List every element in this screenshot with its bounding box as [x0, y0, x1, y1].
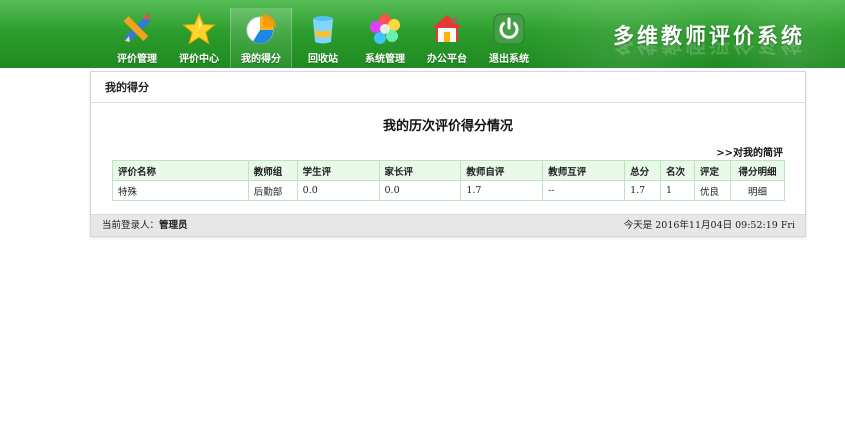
- cell-parent-score: 0.0: [378, 180, 462, 201]
- panel-heading: 我的得分: [91, 72, 805, 103]
- nav-label: 退出系统: [489, 54, 529, 65]
- nav-item-eval-center[interactable]: 评价中心: [168, 8, 230, 68]
- cell-student-score: 0.0: [296, 180, 380, 201]
- cell-rank: 1: [660, 180, 696, 201]
- column-header: 学生评: [296, 160, 380, 181]
- pencil-ruler-icon: [123, 13, 151, 43]
- column-header: 教师自评: [460, 160, 544, 181]
- trash-bin-icon: [313, 16, 333, 44]
- score-table: 评价名称 教师组 学生评 家长评 教师自评 教师互评 总分 名次 评定 得分明细…: [112, 160, 786, 201]
- nav-label: 评价中心: [179, 54, 219, 65]
- nav-label: 我的得分: [241, 54, 281, 65]
- column-header: 教师组: [247, 160, 298, 181]
- column-header: 家长评: [378, 160, 462, 181]
- column-header: 评价名称: [112, 160, 249, 181]
- cell-peer-score: --: [542, 180, 626, 201]
- nav-label: 办公平台: [427, 54, 467, 65]
- table-header-row: 评价名称 教师组 学生评 家长评 教师自评 教师互评 总分 名次 评定 得分明细: [112, 160, 786, 181]
- nav-item-my-score[interactable]: 我的得分: [230, 8, 292, 68]
- cell-self-score: 1.7: [460, 180, 544, 201]
- nav-item-system-management[interactable]: 系统管理: [354, 8, 416, 68]
- column-header: 总分: [624, 160, 662, 181]
- star-icon: [182, 12, 216, 45]
- current-datetime: 今天是 2016年11月04日 09:52:19 Fri: [623, 220, 795, 231]
- column-header: 名次: [660, 160, 696, 181]
- cell-eval-name: 特殊: [112, 180, 249, 201]
- top-header: 评价管理 评价中心 我的得分 回收站 系统管理 办公平台 退出系统 多维教师评价…: [0, 0, 845, 68]
- status-bar: 当前登录人：管理员 今天是 2016年11月04日 09:52:19 Fri: [91, 214, 805, 236]
- nav-item-office-platform[interactable]: 办公平台: [416, 8, 478, 68]
- main-nav: 评价管理 评价中心 我的得分 回收站 系统管理 办公平台 退出系统: [106, 8, 540, 68]
- cell-total: 1.7: [624, 180, 662, 201]
- login-prefix: 当前登录人：: [102, 220, 160, 231]
- nav-label: 系统管理: [365, 54, 405, 65]
- nav-item-eval-management[interactable]: 评价管理: [106, 8, 168, 68]
- my-score-panel: 我的得分 我的历次评价得分情况 >>对我的简评 评价名称 教师组 学生评 家长评…: [90, 71, 806, 237]
- my-comments-link[interactable]: >>对我的简评: [716, 144, 783, 159]
- login-info: 当前登录人：管理员: [102, 215, 188, 237]
- table-row: 特殊 后勤部 0.0 0.0 1.7 -- 1.7 1 优良 明细: [112, 180, 786, 201]
- column-header: 评定: [694, 160, 731, 181]
- column-header: 得分明细: [729, 160, 786, 181]
- pie-chart-icon: [246, 14, 276, 44]
- system-title-reflection: 多维教师评价系统: [613, 40, 805, 56]
- detail-link[interactable]: 明细: [729, 180, 786, 201]
- nav-item-exit-system[interactable]: 退出系统: [478, 8, 540, 68]
- nav-item-recycle-bin[interactable]: 回收站: [292, 8, 354, 68]
- flower-icon: [370, 14, 400, 44]
- nav-label: 回收站: [308, 54, 338, 65]
- login-user: 管理员: [159, 220, 188, 231]
- power-icon: [493, 13, 525, 45]
- cell-rating: 优良: [694, 180, 731, 201]
- page-title: 我的历次评价得分情况: [382, 119, 513, 134]
- nav-label: 评价管理: [117, 54, 157, 65]
- column-header: 教师互评: [542, 160, 626, 181]
- cell-teacher-group: 后勤部: [247, 180, 298, 201]
- house-icon: [432, 15, 462, 42]
